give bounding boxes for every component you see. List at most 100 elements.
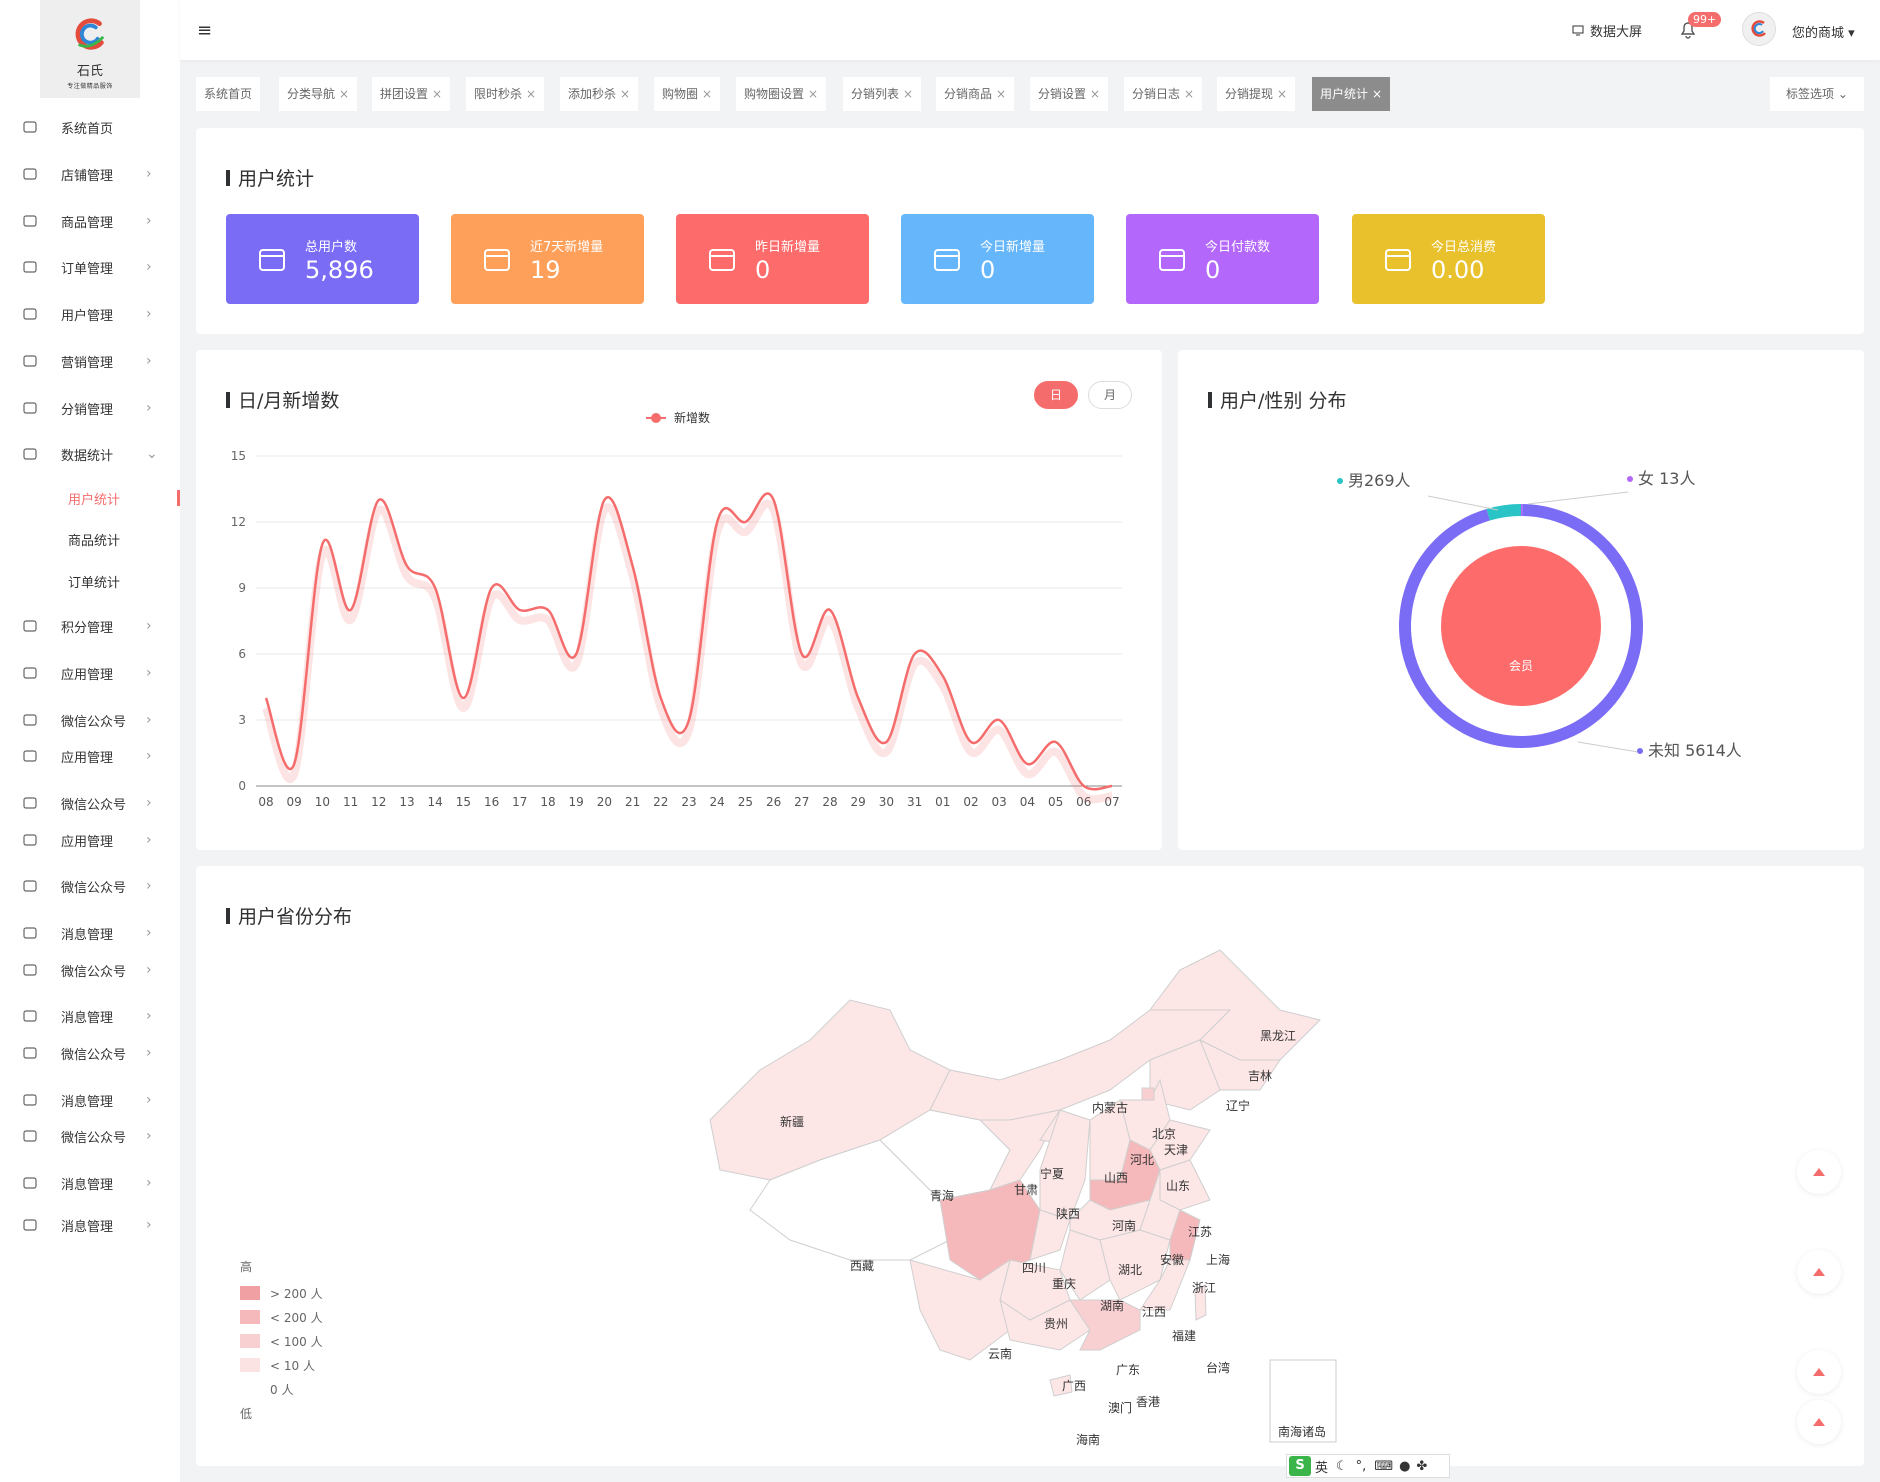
sidebar-item-18[interactable]: 消息管理 › [0, 913, 180, 953]
data-point[interactable] [997, 718, 1001, 722]
stat-card-2[interactable]: 昨日新增量 0 [676, 214, 869, 304]
tab-5[interactable]: 购物圈 × [654, 77, 721, 111]
data-point[interactable] [1082, 784, 1086, 788]
data-point[interactable] [546, 608, 550, 612]
data-point[interactable] [1025, 762, 1029, 766]
data-point[interactable] [856, 696, 860, 700]
data-point[interactable] [377, 498, 381, 502]
data-point[interactable] [461, 696, 465, 700]
pie-inner-member[interactable] [1441, 546, 1601, 706]
legend-item[interactable]: < 100 人 [240, 1329, 323, 1353]
data-point[interactable] [490, 586, 494, 590]
pie-slice-0[interactable] [1486, 504, 1521, 521]
data-point[interactable] [800, 652, 804, 656]
legend-item[interactable]: < 10 人 [240, 1353, 323, 1377]
sidebar-item-21[interactable]: 微信公众号 › [0, 1033, 180, 1073]
map-shape-yunnan[interactable] [909, 1258, 1011, 1361]
tab-8[interactable]: 分销商品 × [936, 77, 1015, 111]
sidebar-item-20[interactable]: 消息管理 › [0, 996, 180, 1036]
sidebar-item-8[interactable]: 用户统计 [0, 478, 180, 518]
close-icon[interactable]: × [996, 87, 1006, 101]
close-icon[interactable]: × [1184, 87, 1194, 101]
data-point[interactable] [1054, 740, 1058, 744]
tab-9[interactable]: 分销设置 × [1030, 77, 1109, 111]
sidebar-item-3[interactable]: 订单管理 › [0, 247, 180, 287]
close-icon[interactable]: × [339, 87, 349, 101]
sidebar-item-4[interactable]: 用户管理 › [0, 294, 180, 334]
sidebar-item-2[interactable]: 商品管理 › [0, 201, 180, 241]
sidebar-item-15[interactable]: 微信公众号 › [0, 783, 180, 823]
skin-icon[interactable]: ● [1399, 1459, 1410, 1474]
tag-options-button[interactable]: 标签选项 ⌄ [1770, 77, 1864, 111]
sidebar-item-9[interactable]: 商品统计 [0, 519, 180, 559]
sidebar-item-0[interactable]: 系统首页 [0, 107, 180, 147]
sidebar-item-1[interactable]: 店铺管理 › [0, 154, 180, 194]
stat-card-1[interactable]: 近7天新增量 19 [451, 214, 644, 304]
data-point[interactable] [518, 608, 522, 612]
punctuation-icon[interactable]: °, [1356, 1459, 1367, 1474]
pie-slice-1[interactable] [1521, 504, 1523, 517]
map-shape-beijing[interactable] [1141, 1087, 1155, 1101]
stat-card-5[interactable]: 今日总消费 0.00 [1352, 214, 1545, 304]
scroll-up-button-1[interactable] [1797, 1150, 1841, 1194]
line-legend[interactable]: 新增数 [646, 410, 710, 425]
brand-logo[interactable]: 石氏 专注做精品服饰 [40, 0, 140, 98]
tab-12[interactable]: 用户统计 × [1312, 77, 1391, 111]
sidebar-item-14[interactable]: 应用管理 › [0, 736, 180, 776]
sidebar-item-5[interactable]: 营销管理 › [0, 341, 180, 381]
data-point[interactable] [884, 740, 888, 744]
toolbox-icon[interactable]: ✤ [1416, 1459, 1427, 1474]
stat-card-3[interactable]: 今日新增量 0 [901, 214, 1094, 304]
sidebar-item-6[interactable]: 分销管理 › [0, 388, 180, 428]
sidebar-item-24[interactable]: 消息管理 › [0, 1163, 180, 1203]
data-point[interactable] [1110, 784, 1114, 788]
sidebar-item-22[interactable]: 消息管理 › [0, 1080, 180, 1120]
tab-0[interactable]: 系统首页 [196, 77, 261, 111]
data-point[interactable] [349, 608, 353, 612]
sidebar-item-25[interactable]: 消息管理 › [0, 1205, 180, 1245]
moon-icon[interactable]: ☾ [1336, 1459, 1348, 1474]
scroll-up-button-3[interactable] [1797, 1350, 1841, 1394]
sidebar-item-17[interactable]: 微信公众号 › [0, 866, 180, 906]
tab-3[interactable]: 限时秒杀 × [466, 77, 545, 111]
data-point[interactable] [292, 762, 296, 766]
data-point[interactable] [320, 542, 324, 546]
avatar[interactable] [1742, 12, 1776, 46]
sidebar-item-12[interactable]: 应用管理 › [0, 653, 180, 693]
sidebar-item-13[interactable]: 微信公众号 › [0, 700, 180, 740]
tab-6[interactable]: 购物圈设置 × [736, 77, 827, 111]
scroll-up-button-2[interactable] [1797, 1250, 1841, 1294]
tab-10[interactable]: 分销日志 × [1124, 77, 1203, 111]
tab-11[interactable]: 分销提现 × [1217, 77, 1296, 111]
close-icon[interactable]: × [526, 87, 536, 101]
sidebar-item-19[interactable]: 微信公众号 › [0, 950, 180, 990]
data-point[interactable] [772, 498, 776, 502]
legend-item[interactable]: 0 人 [240, 1377, 323, 1401]
data-point[interactable] [743, 520, 747, 524]
data-point[interactable] [969, 740, 973, 744]
tab-2[interactable]: 拼团设置 × [372, 77, 451, 111]
sidebar-item-11[interactable]: 积分管理 › [0, 606, 180, 646]
close-icon[interactable]: × [702, 87, 712, 101]
legend-item[interactable]: < 200 人 [240, 1305, 323, 1329]
data-point[interactable] [433, 586, 437, 590]
tab-7[interactable]: 分销列表 × [843, 77, 922, 111]
data-point[interactable] [941, 674, 945, 678]
data-point[interactable] [687, 718, 691, 722]
close-icon[interactable]: × [808, 87, 818, 101]
stat-card-4[interactable]: 今日付款数 0 [1126, 214, 1319, 304]
data-point[interactable] [659, 696, 663, 700]
close-icon[interactable]: × [1277, 87, 1287, 101]
user-menu[interactable]: 您的商城 ▾ [1792, 22, 1855, 41]
close-icon[interactable]: × [432, 87, 442, 101]
close-icon[interactable]: × [903, 87, 913, 101]
scroll-up-button-4[interactable] [1797, 1400, 1841, 1444]
stat-card-0[interactable]: 总用户数 5,896 [226, 214, 419, 304]
keyboard-icon[interactable]: ⌨ [1374, 1459, 1393, 1474]
data-screen-link[interactable]: 数据大屏 [1572, 21, 1642, 40]
data-point[interactable] [602, 498, 606, 502]
tab-4[interactable]: 添加秒杀 × [560, 77, 639, 111]
close-icon[interactable]: × [1090, 87, 1100, 101]
tab-1[interactable]: 分类导航 × [279, 77, 358, 111]
data-point[interactable] [574, 652, 578, 656]
